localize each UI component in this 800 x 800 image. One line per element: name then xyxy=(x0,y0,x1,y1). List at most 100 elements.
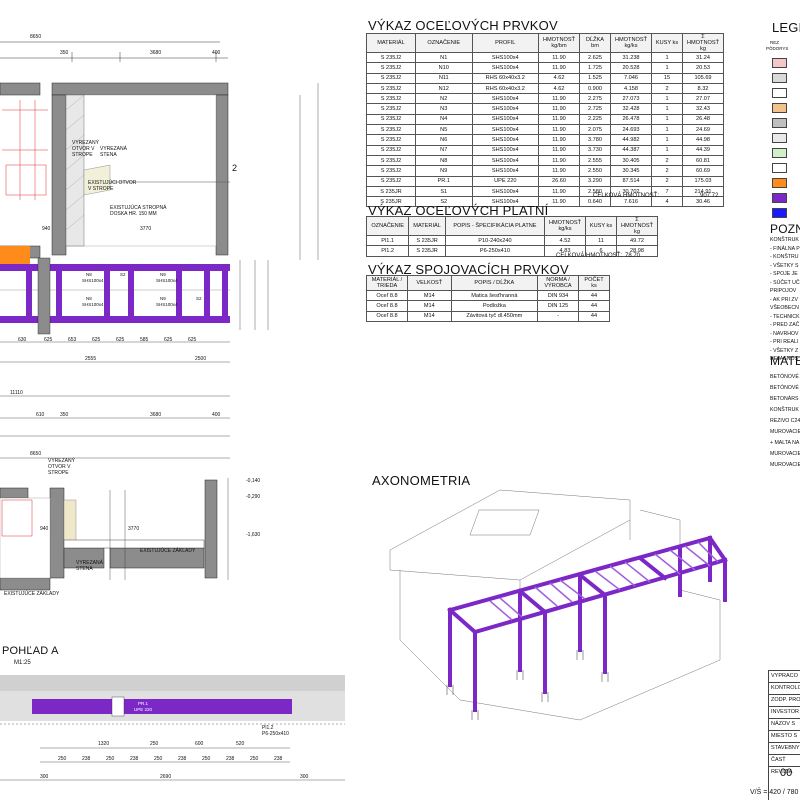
table-cell: SHS100x4 xyxy=(471,124,540,136)
view-a-dim: 238 xyxy=(82,756,91,762)
material-item: MUROVACIE xyxy=(770,462,800,468)
table-row: Oceľ 8.8 M14 Podložka DIN 125 44 xyxy=(366,300,610,312)
view-a-dim: 250 xyxy=(58,756,67,762)
steel-table-title: VÝKAZ OCEĽOVÝCH PRVKOV xyxy=(368,18,558,33)
view-a-dim: 238 xyxy=(226,756,235,762)
table-cell: 26.60 xyxy=(538,175,580,187)
table-row: S 235JR S1 SHS100x4 11.90 2.580 30.702 7 214.91 xyxy=(366,185,724,198)
table-cell: SHS100x4 xyxy=(471,134,540,146)
table-cell: 44 xyxy=(578,289,610,302)
title-block-row: NÁZOV S xyxy=(769,718,800,730)
title-block-row: INVESTOR xyxy=(769,706,800,718)
table-cell: SHS100x4 xyxy=(471,113,540,126)
table-cell: Oceľ 8.8 xyxy=(366,289,408,302)
legend-swatch xyxy=(772,103,787,113)
view-a-dim: 300 xyxy=(40,774,49,780)
plan-drawing xyxy=(0,41,345,781)
legend-swatch xyxy=(772,58,787,68)
view-a-dim: 520 xyxy=(236,741,245,747)
plan-dim: 3680 xyxy=(150,50,162,56)
table-cell: M14 xyxy=(407,300,452,312)
table-cell: S 235J2 xyxy=(366,51,416,64)
view-a-dim: 1320 xyxy=(98,741,110,747)
plan-dim: 350 xyxy=(60,50,69,56)
table-cell: 44.387 xyxy=(610,144,652,156)
section-dim: 940 xyxy=(40,526,49,532)
table-cell: Pl1.2 xyxy=(365,245,410,257)
note-item: PRIPOJOV xyxy=(770,288,797,294)
table-cell: N4 xyxy=(414,113,473,126)
table-cell: 44.98 xyxy=(682,134,724,146)
table-cell: 1 xyxy=(651,124,683,136)
table-cell: S 235J2 xyxy=(366,82,416,95)
plan-dim: 585 xyxy=(140,337,149,343)
table-header-row: MATERIÁL OZNAČENIE PROFIL HMOTNOSŤ kg/bm… xyxy=(366,33,724,53)
view-a-dim: 250 xyxy=(250,756,259,762)
table-cell: 1 xyxy=(651,51,683,64)
view-a-scale: M1:25 xyxy=(14,660,31,666)
view-a-label: PR.1 xyxy=(138,701,149,706)
table-row: S 235J2 N12 RHS 60x40x3.2 4.62 0.900 4.158 2 8.… xyxy=(366,82,724,95)
legend-col-header: PÔDORYS xyxy=(766,46,789,51)
table-row: S 235J2 N6 SHS100x4 11.90 3.780 44.982 1 44.98 xyxy=(366,134,724,146)
material-item: REZIVO C24 xyxy=(770,418,800,424)
material-item: BETÓNOVÉ xyxy=(770,385,799,391)
table-cell: Oceľ 8.8 xyxy=(366,300,408,312)
table-cell: 60.69 xyxy=(682,165,724,177)
table-cell: RHS 60x40x3.2 xyxy=(471,82,540,95)
note-item: - SPOJE JE xyxy=(770,271,798,277)
table-cell: P6-250x410 xyxy=(444,245,546,257)
table-cell: 4.62 xyxy=(538,72,580,84)
table-cell: S 235J2 xyxy=(366,93,416,105)
plan-dim: 400 xyxy=(212,412,221,418)
table-cell: SHS100x4 xyxy=(471,154,540,167)
col-header: NORMA / VÝROBCA xyxy=(537,275,579,291)
table-cell: Podložka xyxy=(450,300,539,312)
table-cell: 26.48 xyxy=(682,113,724,126)
table-cell: 2.625 xyxy=(579,51,611,64)
col-header: POPIS - ŠPECIFIKÁCIA PLATNE xyxy=(444,216,546,236)
table-cell: S 235J2 xyxy=(366,154,416,167)
table-cell: 26.478 xyxy=(610,113,652,126)
table-row: Pl1.1 S 235JR P10-240x240 4.52 11 49.72 xyxy=(365,234,658,247)
note-item: - KONŠTRU xyxy=(770,254,799,260)
title-block-row: VYPRACO xyxy=(769,670,800,682)
table-cell: N7 xyxy=(414,144,473,156)
table-row: S 235J2 N4 SHS100x4 11.90 2.225 26.478 1 26.48 xyxy=(366,113,724,126)
section-mark: 2 xyxy=(232,163,238,173)
col-header: HMOTNOSŤ kg/ks xyxy=(610,33,652,53)
table-cell: 30.405 xyxy=(610,154,652,167)
table-cell: 20.53 xyxy=(682,62,724,74)
table-cell: 11.90 xyxy=(538,113,580,126)
table-cell: N12 xyxy=(414,82,473,95)
col-header: Σ HMOTNOSŤ kg xyxy=(682,33,724,53)
table-cell: N10 xyxy=(414,62,473,74)
legend-swatch xyxy=(772,163,787,173)
table-cell: 11.90 xyxy=(538,62,580,74)
table-cell: SHS100x4 xyxy=(471,62,540,74)
title-block-row: MIESTO S xyxy=(769,730,800,742)
col-header: KUSY ks xyxy=(585,216,617,236)
view-a-dim: 250 xyxy=(150,741,159,747)
material-item: BETÓNOVÉ xyxy=(770,374,799,380)
note-item: - VŠETKY S xyxy=(770,262,799,269)
table-cell: 2 xyxy=(651,154,683,167)
section-level: -0,140 xyxy=(246,478,261,484)
steel-plates-table: OZNAČENIE MATERIÁL POPIS - ŠPECIFIKÁCIA … xyxy=(365,216,658,257)
table-cell: S 235J2 xyxy=(366,175,416,187)
legend-swatch xyxy=(772,178,787,188)
table-cell: S 235J2 xyxy=(366,113,416,126)
plates-total-value: 78.70 xyxy=(625,253,641,259)
plan-dim: 625 xyxy=(92,337,101,343)
table-cell: 7.046 xyxy=(610,72,652,84)
table-cell: 2.725 xyxy=(579,103,611,115)
table-cell: RHS 60x40x3.2 xyxy=(471,72,540,84)
table-cell: 1 xyxy=(651,93,683,105)
material-item: + MALTA NA xyxy=(770,440,800,446)
section-note-foundations-left: EXISTUJÚCE ZÁKLADY xyxy=(4,591,60,597)
table-cell: M14 xyxy=(407,289,452,302)
title-block-row: ČASŤ xyxy=(769,754,800,766)
table-cell: 0.900 xyxy=(579,82,611,95)
material-item: MUROVACIE xyxy=(770,429,800,435)
axonometry-drawing xyxy=(389,489,728,721)
